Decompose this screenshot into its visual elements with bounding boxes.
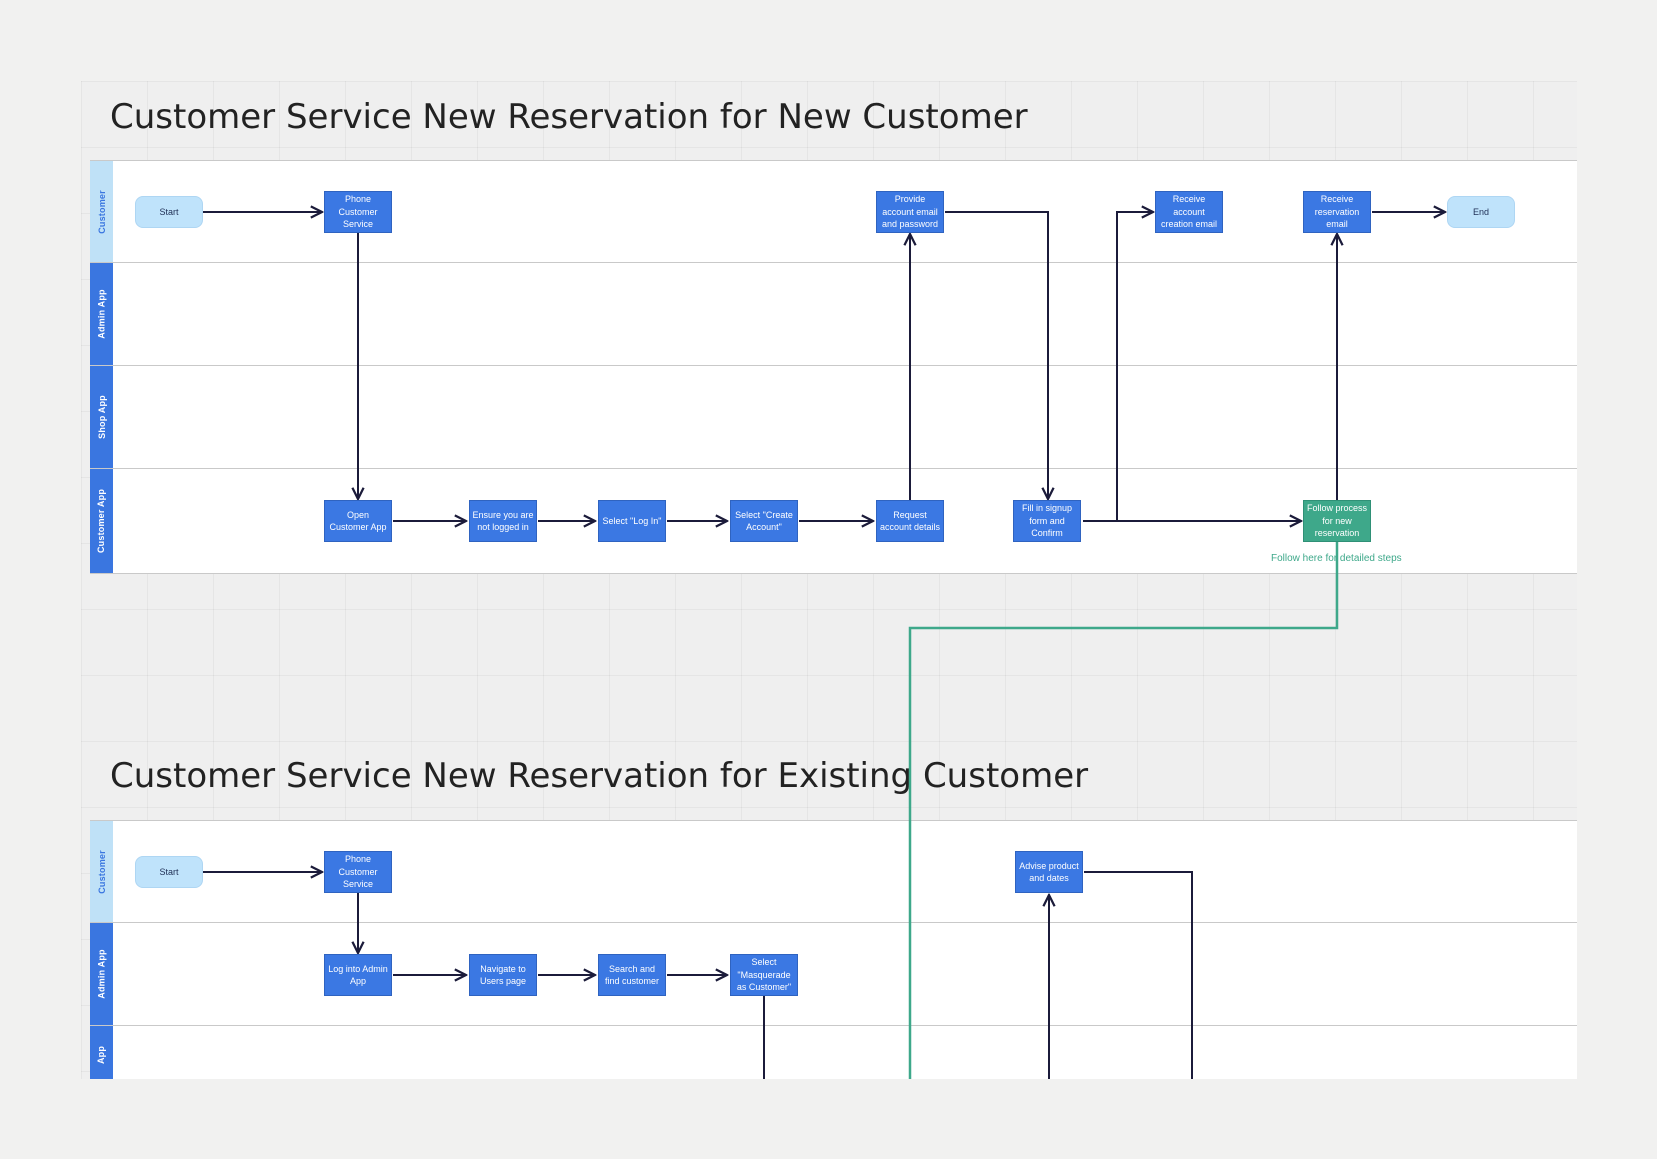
lane-header[interactable]: Shop App [90,366,113,468]
lane-customer: Customer [90,820,1577,923]
process-node[interactable]: Phone Customer Service [324,191,392,233]
process-node[interactable]: Receive account creation email [1155,191,1223,233]
start-terminal[interactable]: Start [135,856,203,888]
process-node[interactable]: Advise product and dates [1015,851,1083,893]
lane-header[interactable]: Customer [90,161,113,262]
lane-admin-app: Admin App [90,263,1577,366]
process-node[interactable]: Receive reservation email [1303,191,1371,233]
process-node[interactable]: Select "Masquerade as Customer" [730,954,798,996]
whiteboard-canvas[interactable]: Customer Service New Reservation for New… [0,0,1657,1159]
lane-label: App [96,1045,107,1065]
process-node[interactable]: Navigate to Users page [469,954,537,996]
lane-header[interactable]: Customer [90,821,113,922]
lane-admin-app: Admin App [90,923,1577,1026]
lane-label: Customer [96,189,107,234]
process-node[interactable]: Open Customer App [324,500,392,542]
lane-header[interactable]: App [90,1026,113,1079]
process-node[interactable]: Select "Log In" [598,500,666,542]
lane-header[interactable]: Customer App [90,469,113,573]
process-node[interactable]: Log into Admin App [324,954,392,996]
start-terminal[interactable]: Start [135,196,203,228]
process-node[interactable]: Ensure you are not logged in [469,500,537,542]
lane-header[interactable]: Admin App [90,923,113,1025]
process-node[interactable]: Fill in signup form and Confirm [1013,500,1081,542]
lane-label: Admin App [96,289,107,339]
diagram-title[interactable]: Customer Service New Reservation for New… [110,97,1028,137]
process-node[interactable]: Select "Create Account" [730,500,798,542]
lane-shop-app: Shop App [90,366,1577,469]
process-node[interactable]: Provide account email and password [876,191,944,233]
lane-header[interactable]: Admin App [90,263,113,365]
end-terminal[interactable]: End [1447,196,1515,228]
follow-annotation[interactable]: Follow here for detailed steps [1271,553,1402,564]
process-node[interactable]: Search and find customer [598,954,666,996]
swimlane-diagram-existing-customer: Customer Admin App App [90,820,1577,1079]
process-node[interactable]: Request account details [876,500,944,542]
lane-label: Customer App [96,488,107,554]
process-node[interactable]: Phone Customer Service [324,851,392,893]
lane-label: Shop App [96,395,107,439]
lane-app: App [90,1026,1577,1079]
lane-label: Admin App [96,949,107,999]
lane-label: Customer [96,849,107,894]
diagram-title[interactable]: Customer Service New Reservation for Exi… [110,756,1088,796]
highlighted-process-node[interactable]: Follow process for new reservation [1303,500,1371,542]
